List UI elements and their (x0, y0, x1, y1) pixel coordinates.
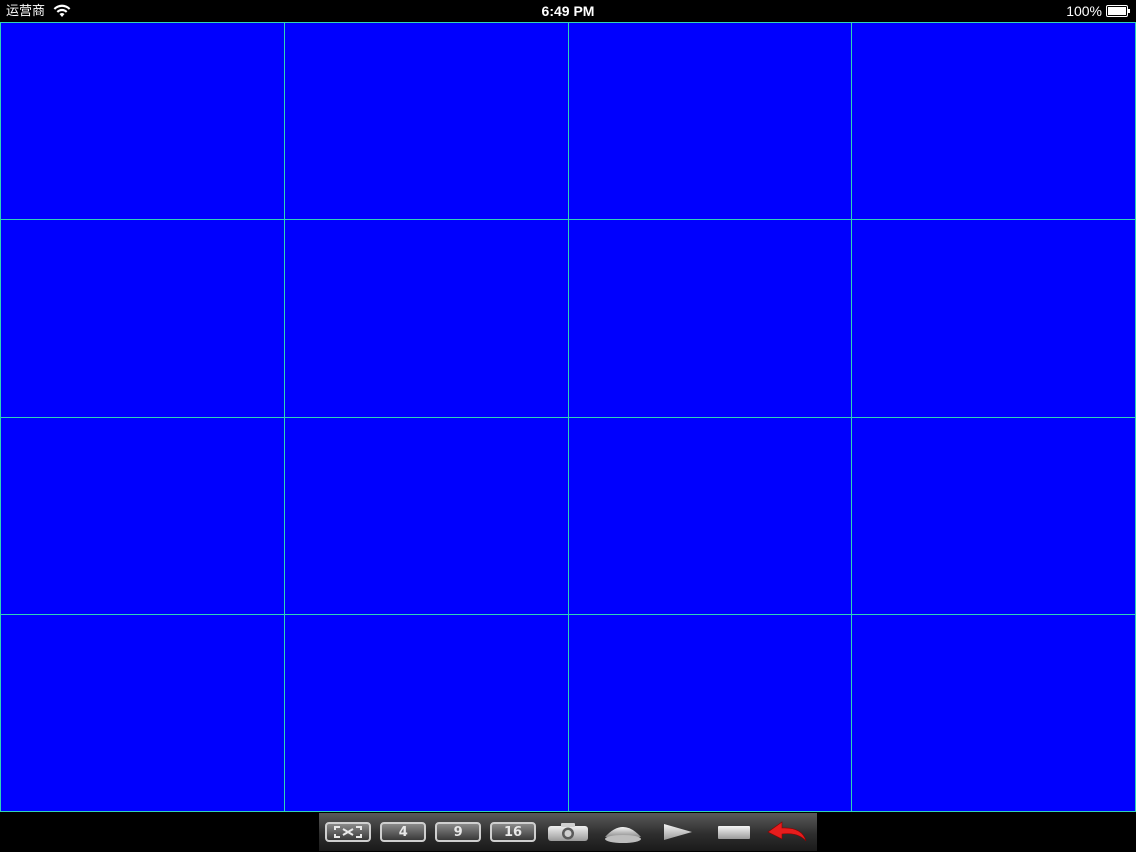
video-channel-3[interactable] (568, 23, 852, 220)
video-channel-13[interactable] (1, 614, 284, 811)
status-right: 100% (1066, 3, 1130, 19)
video-channel-11[interactable] (568, 417, 852, 614)
video-channel-7[interactable] (568, 220, 852, 417)
dome-camera-icon (604, 827, 641, 843)
bottom-area: 4 9 16 (0, 812, 1136, 852)
video-channel-16[interactable] (852, 614, 1135, 811)
video-channel-2[interactable] (284, 23, 568, 220)
video-channel-8[interactable] (852, 220, 1135, 417)
layout-16-button[interactable]: 16 (490, 822, 537, 842)
play-button[interactable] (655, 822, 701, 842)
video-channel-15[interactable] (568, 614, 852, 811)
video-channel-10[interactable] (284, 417, 568, 614)
video-channel-12[interactable] (852, 417, 1135, 614)
play-icon (663, 824, 692, 840)
ptz-button[interactable] (600, 822, 646, 843)
back-button[interactable] (764, 821, 810, 842)
stop-button[interactable] (710, 822, 756, 842)
fullscreen-icon (334, 826, 363, 838)
control-toolbar: 4 9 16 (319, 813, 817, 851)
video-channel-14[interactable] (284, 614, 568, 811)
status-time: 6:49 PM (541, 3, 595, 19)
video-channel-4[interactable] (852, 23, 1135, 220)
layout-4-button[interactable]: 4 (380, 822, 427, 842)
video-channel-5[interactable] (1, 220, 284, 417)
stop-icon (717, 826, 750, 839)
video-channel-9[interactable] (1, 417, 284, 614)
battery-percent: 100% (1066, 3, 1102, 19)
screen: 运营商 6:49 PM 100% 4 9 16 (0, 0, 1136, 852)
video-channel-6[interactable] (284, 220, 568, 417)
back-arrow-icon (767, 821, 807, 842)
layout-9-button[interactable]: 9 (435, 822, 482, 842)
snapshot-button[interactable] (545, 822, 591, 842)
battery-icon (1106, 5, 1130, 17)
camera-icon (547, 823, 588, 841)
video-grid (0, 22, 1136, 812)
status-bar: 运营商 6:49 PM 100% (0, 0, 1136, 22)
fullscreen-button[interactable] (325, 822, 372, 842)
video-channel-1[interactable] (1, 23, 284, 220)
